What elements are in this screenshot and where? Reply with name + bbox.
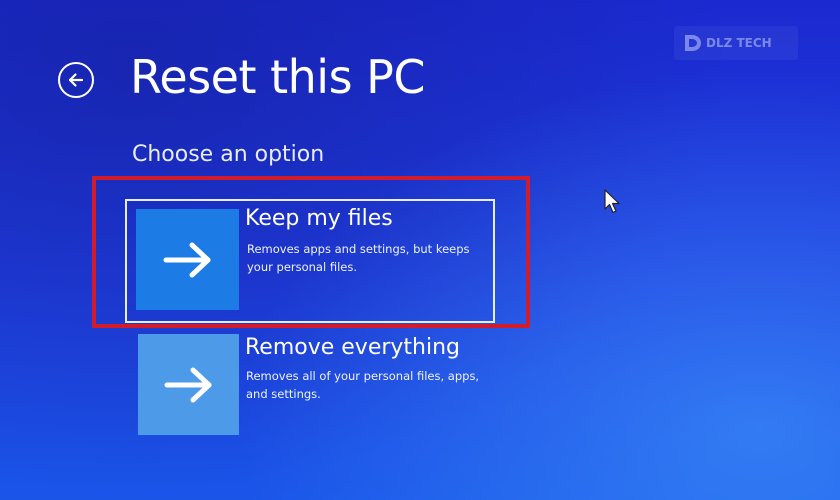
brand-logo-icon: [685, 35, 701, 51]
option-description: Removes all of your personal files, apps…: [246, 369, 480, 401]
watermark-text: DLZ TECH: [706, 36, 772, 50]
watermark: DLZ TECH: [674, 26, 798, 60]
option-name: Remove everything: [245, 335, 461, 360]
arrow-right-icon: [163, 242, 210, 277]
arrow-right-icon: [164, 367, 211, 402]
option-remove-everything[interactable]: Remove everything Removes all of your pe…: [138, 334, 498, 438]
page-title: Reset this PC: [130, 50, 426, 104]
page-subtitle: Choose an option: [132, 142, 325, 167]
option-name: Keep my files: [245, 206, 393, 231]
back-button[interactable]: [58, 62, 94, 98]
option-keep-my-files[interactable]: Keep my files Removes apps and settings,…: [125, 199, 495, 323]
option-tile: [136, 209, 239, 310]
option-description: Removes apps and settings, but keeps you…: [247, 242, 470, 274]
mouse-pointer-icon: [604, 189, 620, 214]
arrow-left-icon: [68, 73, 84, 87]
option-tile: [138, 334, 239, 435]
